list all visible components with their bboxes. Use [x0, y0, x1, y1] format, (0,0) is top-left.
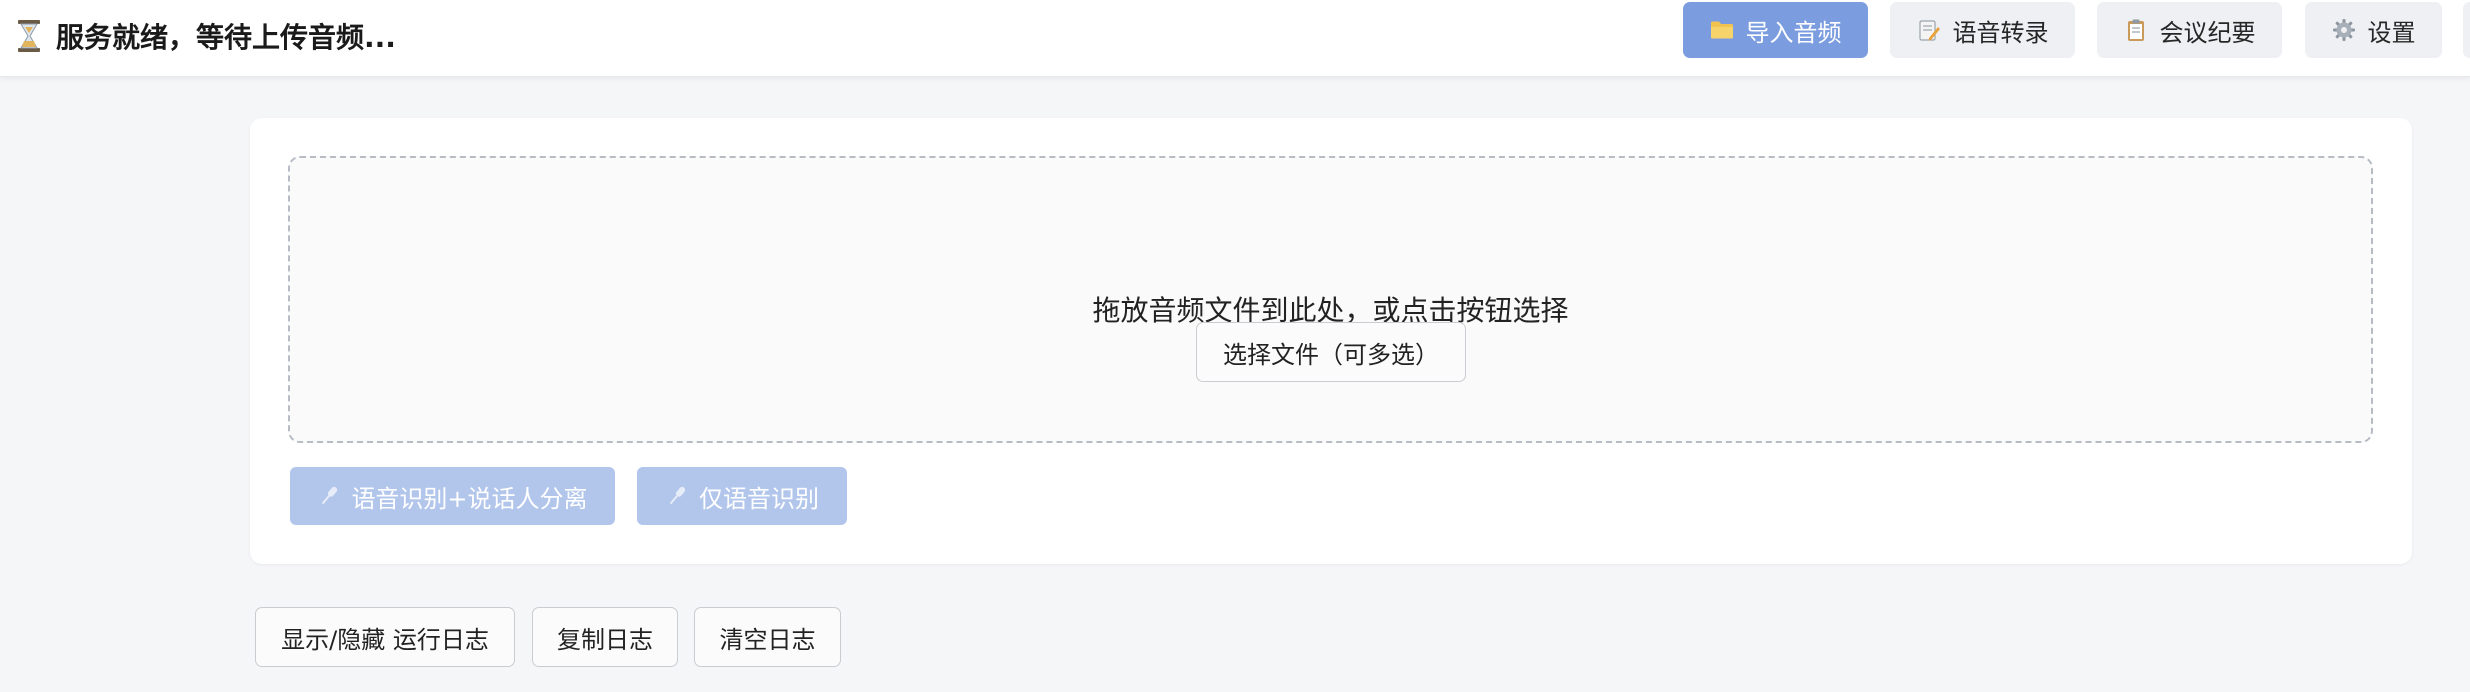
tab-transcription-label: 语音转录	[1952, 18, 2049, 47]
tab-settings[interactable]: 设置	[2305, 2, 2442, 58]
toggle-log-button[interactable]: 显示/隐藏 运行日志	[255, 607, 515, 667]
copy-log-button[interactable]: 复制日志	[532, 607, 678, 667]
gear-icon	[2332, 19, 2355, 41]
service-status: 服务就绪，等待上传音频...	[16, 16, 396, 56]
microphone-icon	[322, 486, 338, 505]
tab-overflow[interactable]	[2463, 2, 2470, 58]
tab-settings-label: 设置	[2367, 18, 2416, 47]
tab-import-audio[interactable]: 导入音频	[1683, 2, 1868, 58]
asr-diarization-button[interactable]: 语音识别+说话人分离	[290, 467, 615, 525]
tab-import-audio-label: 导入音频	[1745, 18, 1842, 47]
tab-meeting-minutes[interactable]: 会议纪要	[2097, 2, 2282, 58]
top-bar: 服务就绪，等待上传音频... 导入音频 语音转录 会议纪要 设置	[0, 0, 2470, 77]
file-dropzone[interactable]: 拖放音频文件到此处，或点击按钮选择	[288, 156, 2373, 443]
asr-only-button[interactable]: 仅语音识别	[637, 467, 847, 525]
folder-icon	[1710, 21, 1733, 39]
memo-icon	[1918, 20, 1940, 41]
choose-files-button[interactable]: 选择文件（可多选）	[1196, 322, 1466, 382]
asr-only-label: 仅语音识别	[699, 484, 819, 513]
microphone-icon	[669, 486, 686, 505]
status-text: 服务就绪，等待上传音频...	[56, 21, 396, 54]
tab-transcription[interactable]: 语音转录	[1890, 2, 2075, 58]
asr-diarization-label: 语音识别+说话人分离	[351, 484, 588, 513]
hourglass-icon	[18, 20, 40, 52]
tab-meeting-minutes-label: 会议纪要	[2159, 18, 2256, 47]
clipboard-icon	[2127, 19, 2144, 41]
clear-log-button[interactable]: 清空日志	[694, 607, 841, 667]
